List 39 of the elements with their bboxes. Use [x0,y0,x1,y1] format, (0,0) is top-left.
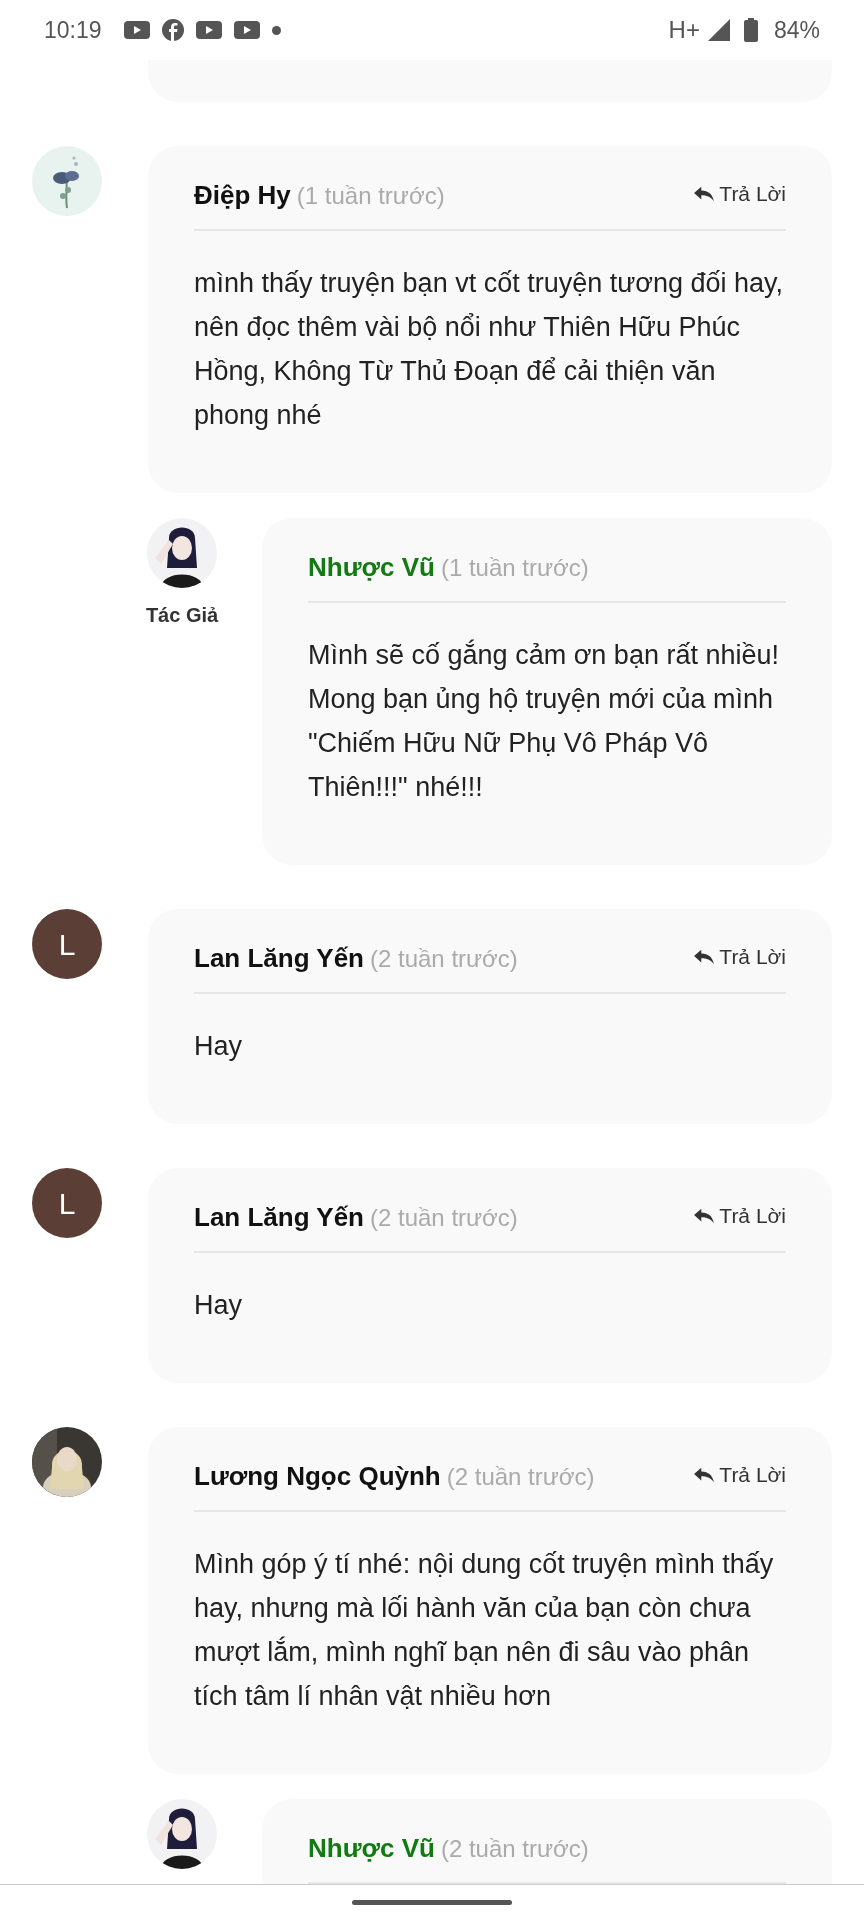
comment-time: (1 tuần trước) [296,181,445,211]
battery-level: 84% [773,15,820,45]
signal-icon [707,19,730,41]
reply-text: Mình sẽ cố gắng cảm ơn bạn rất nhiều! Mong bạn ủng hộ truyện mới của mình "Chiếm Hữu Nữ Phụ Vô Pháp Vô Thiên!!!" nhé!!! [308,638,780,804]
author-name: Lan Lăng Yến [194,1201,364,1234]
author-name: Nhược Vũ [308,551,435,584]
author-name: Nhược Vũ [308,1832,435,1865]
comment-time: (2 tuần trước) [370,1203,518,1233]
reply-icon [693,947,716,966]
video-app-icon [195,21,222,39]
comment-text: Hay [194,1030,243,1063]
author-name: Lan Lăng Yến [194,942,364,975]
letter-avatar: L [32,1168,102,1238]
reply-button[interactable]: Trả Lời [693,1200,786,1232]
comment-text: mình thấy truyện bạn vt cốt truyện tương đối hay, nên đọc thêm vài bộ nổi như Thiên Hữu Phúc Hồng, Không Từ Thủ Đoạn để cải thiện văn phong nhé [194,267,785,432]
letter-avatar: L [32,909,102,979]
comment-time: (2 tuần trước) [370,944,518,974]
notification-dot-icon [271,25,281,35]
reply-icon [693,184,716,203]
comment-text: Hay [194,1289,243,1322]
home-indicator[interactable] [352,1900,512,1905]
reply-icon [693,1465,716,1484]
video-app-icon [123,21,150,39]
comment-time: (1 tuần trước) [440,553,589,583]
reply-button[interactable]: Trả Lời [693,1459,786,1491]
status-time: 10:19 [44,15,102,45]
video-app-icon [233,21,260,39]
facebook-icon [161,19,184,41]
author-label: Tác Giả [145,603,219,628]
author-name: Điệp Hy [194,179,291,212]
comment-time: (2 tuần trước) [440,1834,589,1864]
comment-time: (2 tuần trước) [446,1462,595,1492]
comment-text: Mình góp ý tí nhé: nội dung cốt truyện mình thấy hay, nhưng mà lối hành văn của bạn còn chưa mượt lắm, mình nghĩ bạn nên đi sâu vào phân tích tâm lí nhân vật nhiều hơn [194,1548,775,1713]
reply-icon [693,1206,716,1225]
network-type: H+ [668,15,700,45]
author-name: Lương Ngọc Quỳnh [194,1460,441,1493]
reply-button[interactable]: Trả Lời [693,941,786,973]
battery-icon [743,18,758,42]
reply-button[interactable]: Trả Lời [693,178,786,210]
